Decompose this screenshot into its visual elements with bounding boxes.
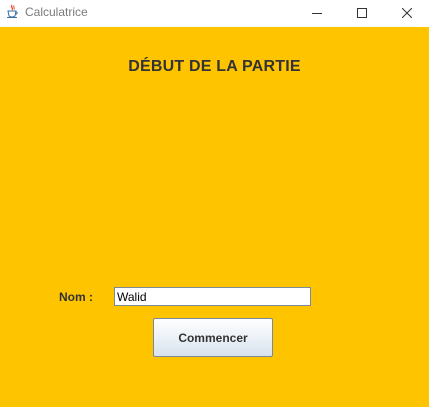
close-icon [401, 8, 412, 18]
maximize-button[interactable] [339, 0, 384, 26]
main-panel: DÉBUT DE LA PARTIE Nom : Commencer [0, 27, 429, 407]
start-button[interactable]: Commencer [153, 318, 273, 357]
minimize-button[interactable] [294, 0, 339, 26]
window-title: Calculatrice [25, 5, 88, 19]
close-button[interactable] [384, 0, 429, 26]
minimize-icon [311, 13, 322, 14]
application-window: Calculatrice DÉBUT DE LA PARTIE Nom : Co… [0, 0, 429, 407]
name-input[interactable] [114, 287, 311, 306]
maximize-icon [356, 8, 367, 18]
name-label: Nom : [59, 290, 93, 304]
page-title: DÉBUT DE LA PARTIE [128, 58, 301, 75]
java-cup-icon[interactable] [5, 4, 20, 19]
title-bar[interactable]: Calculatrice [0, 0, 429, 27]
